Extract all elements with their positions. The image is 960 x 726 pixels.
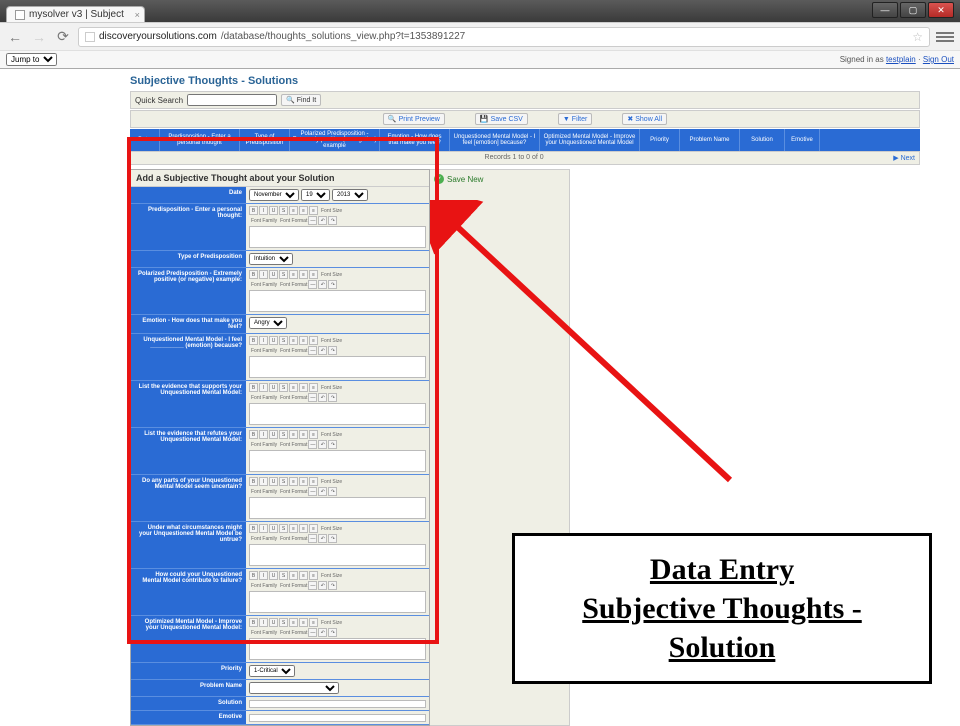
back-button[interactable]: ← [6,28,24,46]
emotive-input[interactable] [249,714,426,722]
tab-title: mysolver v3 | Subject [29,9,124,20]
url-host: discoveryoursolutions.com [99,31,217,42]
col-optimized[interactable]: Optimized Mental Model - Improve your Un… [540,129,640,151]
col-emotive[interactable]: Emotive [785,129,820,151]
save-new-button[interactable]: ✓ Save New [434,174,483,184]
label-priority: Priority [131,663,246,679]
label-optimized: Optimized Mental Model - Improve your Un… [131,616,246,662]
forward-button[interactable]: → [30,28,48,46]
optimized-rte[interactable]: BIUS≡≡≡Font Size Font FamilyFont Format—… [246,616,429,662]
evidence-refute-rte[interactable]: BIUS≡≡≡Font Size Font FamilyFont Format—… [246,428,429,474]
col-type[interactable]: Type of Predisposition [240,129,290,151]
contribute-failure-rte[interactable]: BIUS≡≡≡Font Size Font FamilyFont Format—… [246,569,429,615]
callout-line3: Solution [669,631,776,664]
table-header: Date Predisposition - Enter a personal t… [130,129,920,151]
year-select[interactable]: 2013 [332,189,368,201]
action-row: 🔍 Print Preview 💾 Save CSV ▼ Filter ✖ Sh… [130,110,920,128]
emotion-select[interactable]: Angry [249,317,287,329]
close-tab-icon[interactable]: × [135,10,140,20]
close-window-button[interactable]: ✕ [928,2,954,18]
page-title: Subjective Thoughts - Solutions [130,75,920,87]
col-problem[interactable]: Problem Name [680,129,740,151]
priority-select[interactable]: 1-Critical [249,665,295,677]
label-emotive: Emotive [131,711,246,724]
label-type: Type of Predisposition [131,251,246,267]
find-it-button[interactable]: 🔍Find It [281,94,321,106]
search-icon: 🔍 [286,96,295,104]
window-buttons: — ▢ ✕ [872,2,954,18]
label-circumstances: Under what circumstances might your Unqu… [131,522,246,568]
col-priority[interactable]: Priority [640,129,680,151]
label-polarized: Polarized Predisposition - Extremely pos… [131,268,246,314]
maximize-button[interactable]: ▢ [900,2,926,18]
label-evidence-support: List the evidence that supports your Unq… [131,381,246,427]
browser-tab[interactable]: mysolver v3 | Subject × [6,6,145,22]
url-field[interactable]: discoveryoursolutions.com/database/thoug… [78,27,930,47]
save-csv-button[interactable]: 💾 Save CSV [475,113,528,125]
col-polarized[interactable]: Polarized Predisposition - Extremely pos… [290,129,380,151]
label-problem-name: Problem Name [131,680,246,696]
browser-chrome: mysolver v3 | Subject × — ▢ ✕ ← → ⟳ disc… [0,0,960,69]
day-select[interactable]: 19 [301,189,330,201]
circumstances-rte[interactable]: BIUS≡≡≡Font Size Font FamilyFont Format—… [246,522,429,568]
label-solution: Solution [131,697,246,710]
umm-rte[interactable]: BIUS≡≡≡Font Size Font FamilyFont Format—… [246,334,429,380]
bookmark-star-icon[interactable]: ☆ [912,30,923,44]
quick-search-row: Quick Search 🔍Find It [130,91,920,109]
records-row: Records 1 to 0 of 0 ▶ Next [130,151,920,165]
date-input-group: November 19 2013 [246,187,429,203]
form-body: Date November 19 2013 Predisposition - E… [131,187,429,725]
polarized-rte[interactable]: BIUS≡≡≡Font Size Font FamilyFont Format—… [246,268,429,314]
label-date: Date [131,187,246,203]
label-contribute-failure: How could your Unquestioned Mental Model… [131,569,246,615]
predisposition-rte[interactable]: BIUS≡≡≡Font Size Font FamilyFont Format—… [246,204,429,250]
check-icon: ✓ [434,174,444,184]
label-emotion: Emotion - How does that make you feel? [131,315,246,333]
problem-name-select[interactable] [249,682,339,694]
form-header: Add a Subjective Thought about your Solu… [131,170,429,187]
print-preview-button[interactable]: 🔍 Print Preview [383,113,445,125]
uncertain-rte[interactable]: BIUS≡≡≡Font Size Font FamilyFont Format—… [246,475,429,521]
col-date[interactable]: Date [130,129,160,151]
signin-status: Signed in as testplain · Sign Out [840,55,954,64]
col-solution[interactable]: Solution [740,129,785,151]
titlebar: mysolver v3 | Subject × — ▢ ✕ [0,0,960,22]
label-uncertain: Do any parts of your Unquestioned Mental… [131,475,246,521]
label-umm: Unquestioned Mental Model - I feel _____… [131,334,246,380]
type-select[interactable]: Intuition [249,253,293,265]
address-bar: ← → ⟳ discoveryoursolutions.com/database… [0,22,960,50]
page-icon [15,10,25,20]
records-count: Records 1 to 0 of 0 [485,154,544,162]
reload-button[interactable]: ⟳ [54,28,72,46]
form-panel: Add a Subjective Thought about your Solu… [130,169,430,726]
quick-search-input[interactable] [187,94,277,106]
callout-line1: Data Entry [650,553,794,586]
annotation-callout: Data Entry Subjective Thoughts - Solutio… [512,533,932,684]
sign-out-link[interactable]: Sign Out [923,55,954,64]
month-select[interactable]: November [249,189,299,201]
page-icon-small [85,32,95,42]
solution-input[interactable] [249,700,426,708]
label-predisposition: Predisposition - Enter a personal though… [131,204,246,250]
jump-select[interactable]: Jump to [6,53,57,66]
show-all-button[interactable]: ✖ Show All [622,113,667,125]
evidence-support-rte[interactable]: BIUS≡≡≡Font Size Font FamilyFont Format—… [246,381,429,427]
quick-search-label: Quick Search [135,96,183,105]
bookmark-bar: Jump to Signed in as testplain · Sign Ou… [0,50,960,68]
filter-button[interactable]: ▼ Filter [558,113,593,125]
url-path: /database/thoughts_solutions_view.php?t=… [221,31,465,42]
col-predisposition[interactable]: Predisposition - Enter a personal though… [160,129,240,151]
minimize-button[interactable]: — [872,2,898,18]
label-evidence-refute: List the evidence that refutes your Unqu… [131,428,246,474]
next-link[interactable]: ▶ Next [893,154,915,162]
menu-icon[interactable] [936,28,954,46]
col-umm[interactable]: Unquestioned Mental Model - I feel [emot… [450,129,540,151]
callout-line2: Subjective Thoughts - [582,592,862,625]
col-emotion[interactable]: Emotion - How does that make you feel? [380,129,450,151]
user-link[interactable]: testplain [886,55,916,64]
